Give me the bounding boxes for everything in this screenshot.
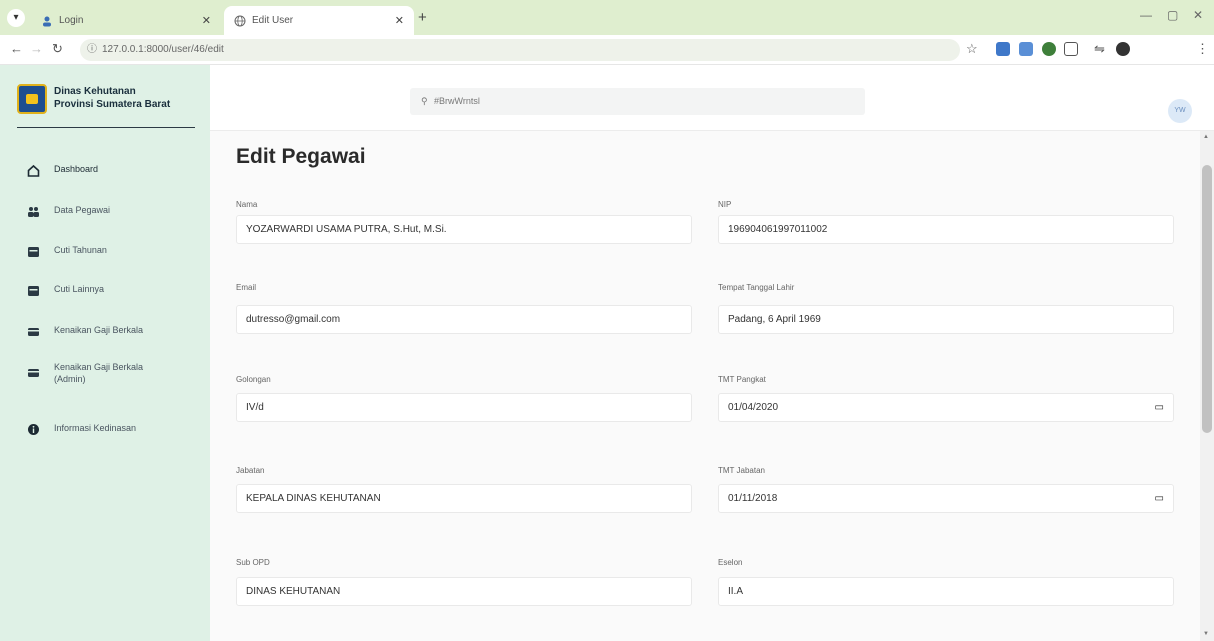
extension-icon[interactable] — [1019, 42, 1033, 56]
close-window-button[interactable]: ✕ — [1193, 8, 1203, 22]
province-logo — [17, 84, 47, 114]
jabatan-label: Jabatan — [236, 466, 265, 475]
scroll-up-icon[interactable]: ▲ — [1203, 134, 1209, 140]
calendar-picker-icon[interactable]: ▭ — [1155, 394, 1164, 421]
calendar-picker-icon[interactable]: ▭ — [1155, 485, 1164, 512]
card-icon — [27, 366, 40, 379]
scroll-thumb[interactable] — [1202, 165, 1212, 433]
ttl-label: Tempat Tanggal Lahir — [718, 283, 795, 292]
extension-icon[interactable] — [996, 42, 1010, 56]
eselon-label: Eselon — [718, 558, 743, 567]
browser-toolbar: ← → ↻ ⓘ 127.0.0.1:8000/user/46/edit ☆ ⇋ … — [0, 35, 1214, 65]
sidebar-item-kenaikan-gaji-berkala-admin[interactable]: Kenaikan Gaji Berkala (Admin) — [27, 361, 174, 385]
sidebar-item-cuti-lainnya[interactable]: Cuti Lainnya — [27, 283, 104, 297]
tmt-pangkat-label: TMT Pangkat — [718, 375, 766, 384]
extensions-puzzle-icon[interactable] — [1064, 42, 1078, 56]
jabatan-field[interactable]: KEPALA DINAS KEHUTANAN — [236, 484, 692, 513]
sidebar-item-data-pegawai[interactable]: Data Pegawai — [27, 204, 110, 218]
page-title: Edit Pegawai — [236, 145, 366, 168]
eselon-field[interactable]: II.A — [718, 577, 1174, 606]
browser-tab-title: Edit User — [252, 15, 294, 26]
browser-tabstrip: ▾ Login ✕ Edit User ✕ + — ▢ ✕ — [0, 0, 1214, 35]
home-icon — [27, 164, 40, 177]
nama-field[interactable]: YOZARWARDI USAMA PUTRA, S.Hut, M.Si. — [236, 215, 692, 244]
user-favicon-icon — [41, 15, 53, 27]
nip-label: NIP — [718, 200, 732, 209]
close-icon[interactable]: ✕ — [395, 14, 404, 27]
globe-favicon-icon — [234, 15, 246, 27]
bookmark-star-icon[interactable]: ☆ — [966, 41, 978, 57]
extension-icon[interactable] — [1042, 42, 1056, 56]
app-header: ⚲ #BrwWrntsl YW — [210, 65, 1214, 131]
address-text: 127.0.0.1:8000/user/46/edit — [102, 44, 224, 55]
users-icon — [27, 205, 40, 218]
sidebar-item-informasi-kedinasan[interactable]: Informasi Kedinasan — [27, 422, 136, 436]
email-label: Email — [236, 283, 257, 292]
golongan-field[interactable]: IV/d — [236, 393, 692, 422]
nip-field[interactable]: 196904061997011002 — [718, 215, 1174, 244]
info-icon — [27, 423, 40, 436]
maximize-button[interactable]: ▢ — [1167, 8, 1178, 22]
scroll-down-icon[interactable]: ▼ — [1203, 631, 1209, 637]
search-input[interactable]: ⚲ #BrwWrntsl — [410, 88, 865, 115]
card-icon — [27, 325, 40, 338]
sidebar-item-kenaikan-gaji-berkala[interactable]: Kenaikan Gaji Berkala — [27, 324, 143, 338]
minimize-button[interactable]: — — [1140, 8, 1152, 22]
ttl-field[interactable]: Padang, 6 April 1969 — [718, 305, 1174, 334]
search-placeholder: #BrwWrntsl — [434, 96, 480, 106]
calendar-icon — [27, 245, 40, 258]
calendar-icon — [27, 284, 40, 297]
scrollbar[interactable]: ▲ ▼ — [1200, 131, 1214, 641]
new-tab-button[interactable]: + — [418, 9, 427, 26]
brand-name: Dinas Kehutanan Provinsi Sumatera Barat — [54, 86, 171, 110]
tmt-jabatan-label: TMT Jabatan — [718, 466, 765, 475]
sidebar-item-dashboard[interactable]: Dashboard — [27, 163, 98, 177]
golongan-label: Golongan — [236, 375, 271, 384]
email-field[interactable]: dutresso@gmail.com — [236, 305, 692, 334]
close-icon[interactable]: ✕ — [202, 14, 211, 27]
avatar[interactable]: YW — [1168, 99, 1192, 123]
brand: Dinas Kehutanan Provinsi Sumatera Barat — [0, 65, 210, 128]
sidebar: Dinas Kehutanan Provinsi Sumatera Barat … — [0, 65, 210, 641]
tmt-jabatan-date-field[interactable]: 01/11/2018 ▭ — [718, 484, 1174, 513]
tmt-pangkat-date-field[interactable]: 01/04/2020 ▭ — [718, 393, 1174, 422]
divider — [17, 127, 195, 128]
reload-icon[interactable]: ↻ — [52, 41, 63, 57]
back-icon[interactable]: ← — [10, 41, 23, 56]
sub-opd-field[interactable]: DINAS KEHUTANAN — [236, 577, 692, 606]
browser-tab-edit-user[interactable]: Edit User ✕ — [224, 6, 414, 35]
profile-icon[interactable] — [1116, 42, 1130, 56]
sub-opd-label: Sub OPD — [236, 558, 270, 567]
forward-icon[interactable]: → — [30, 41, 43, 56]
tab-search-button[interactable]: ▾ — [7, 9, 25, 27]
site-info-icon[interactable]: ⓘ — [87, 39, 97, 61]
browser-tab-login[interactable]: Login ✕ — [31, 6, 221, 35]
more-menu-icon[interactable]: ⋮ — [1196, 41, 1209, 57]
browser-tab-title: Login — [59, 15, 84, 26]
main-content: Edit Pegawai Nama YOZARWARDI USAMA PUTRA… — [210, 131, 1200, 641]
address-bar[interactable]: ⓘ 127.0.0.1:8000/user/46/edit — [80, 39, 960, 61]
sidebar-item-cuti-tahunan[interactable]: Cuti Tahunan — [27, 244, 107, 258]
nama-label: Nama — [236, 200, 258, 209]
cast-icon[interactable]: ⇋ — [1094, 41, 1105, 57]
search-icon: ⚲ — [421, 96, 428, 106]
